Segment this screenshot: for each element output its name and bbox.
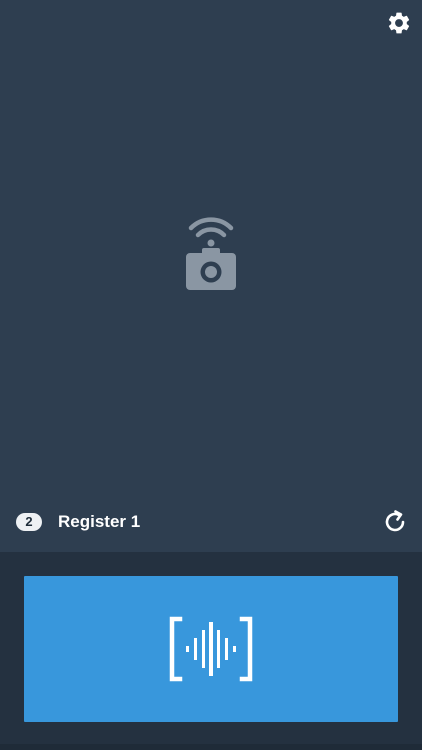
scan-button[interactable] [24,576,398,722]
bottom-panel [0,552,422,750]
refresh-button[interactable] [382,509,408,535]
settings-button[interactable] [385,9,413,37]
register-bar: 2 Register 1 [0,500,422,544]
gear-icon [388,12,410,34]
register-count-badge: 2 [16,513,42,531]
main-area: 2 Register 1 [0,0,422,552]
refresh-icon [385,510,405,532]
wireless-camera-icon [186,217,236,290]
register-name: Register 1 [58,512,141,531]
barcode-scan-icon [169,616,253,682]
bottom-edge [0,744,422,750]
